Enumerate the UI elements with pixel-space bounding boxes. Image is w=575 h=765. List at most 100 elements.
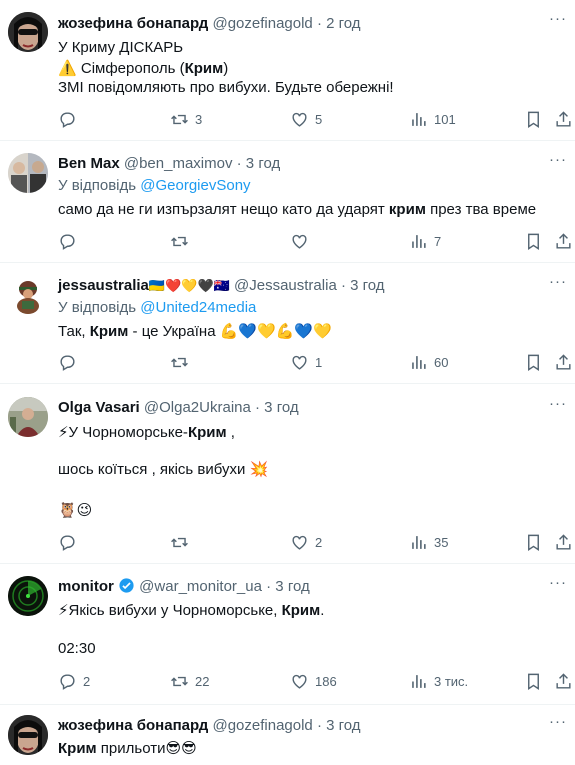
tweet-actions: 2 22 186 3 тис. xyxy=(58,671,571,691)
avatar[interactable] xyxy=(8,12,48,52)
reply-mention-link[interactable]: @GeorgievSony xyxy=(140,177,250,194)
tweet-text-line: Крим прильоти😎😎 xyxy=(58,739,197,757)
retweet-button[interactable] xyxy=(170,231,195,251)
sunglasses-emoji: 😎😎 xyxy=(165,739,197,757)
more-icon[interactable]: ··· xyxy=(549,11,567,32)
reply-button[interactable] xyxy=(58,352,83,372)
retweet-button[interactable]: 3 xyxy=(170,109,202,129)
bookmark-button[interactable] xyxy=(524,671,549,691)
display-name[interactable]: жозефина бонапард xyxy=(58,15,208,32)
reply-mention-link[interactable]: @United24media xyxy=(140,299,256,316)
like-button[interactable]: 186 xyxy=(290,671,337,691)
avatar[interactable] xyxy=(8,576,48,616)
tweet-3[interactable]: jessaustralia🇺🇦❤️💛🖤🇦🇺 @Jessaustralia · 3… xyxy=(0,263,575,384)
share-button[interactable] xyxy=(554,671,575,691)
views-icon xyxy=(409,672,434,691)
more-icon[interactable]: ··· xyxy=(549,714,567,735)
more-icon[interactable]: ··· xyxy=(549,152,567,173)
retweet-count: 22 xyxy=(195,673,210,689)
like-icon xyxy=(290,232,315,251)
handle[interactable]: @gozefinagold xyxy=(212,15,312,32)
reply-label: У відповідь xyxy=(58,177,141,194)
avatar[interactable] xyxy=(8,397,48,437)
reply-button[interactable] xyxy=(58,109,83,129)
tweet-header: жозефина бонапард @gozefinagold · 3 год xyxy=(58,716,361,736)
tweet-header: жозефина бонапард @gozefinagold · 2 год xyxy=(58,14,361,34)
reply-context: У відповідь @United24media xyxy=(58,298,256,318)
reply-label: У відповідь xyxy=(58,299,141,316)
tweet-1[interactable]: жозефина бонапард @gozefinagold · 2 год … xyxy=(0,0,575,141)
timestamp[interactable]: · 3 год xyxy=(237,155,281,172)
avatar[interactable] xyxy=(8,153,48,193)
share-button[interactable] xyxy=(554,231,575,251)
timestamp[interactable]: · 3 год xyxy=(266,578,310,595)
bookmark-icon xyxy=(524,353,549,372)
timestamp[interactable]: · 3 год xyxy=(255,399,299,416)
reply-context: У відповідь @GeorgievSony xyxy=(58,176,251,196)
like-button[interactable]: 1 xyxy=(290,352,322,372)
timestamp[interactable]: · 3 год xyxy=(317,717,361,734)
retweet-button[interactable]: 22 xyxy=(170,671,209,691)
tweet-text-line: ЗМІ повідомляють про вибухи. Будьте обер… xyxy=(58,79,394,96)
retweet-icon xyxy=(170,672,195,691)
tweet-text-line: 02:30 xyxy=(58,640,96,657)
views-button[interactable]: 3 тис. xyxy=(409,671,468,691)
tweet-4[interactable]: Olga Vasari @Olga2Ukraina · 3 год ··· ⚡У… xyxy=(0,384,575,564)
more-icon[interactable]: ··· xyxy=(549,396,567,417)
views-button[interactable]: 101 xyxy=(409,109,456,129)
like-button[interactable] xyxy=(290,231,315,251)
handle[interactable]: @Olga2Ukraina xyxy=(144,399,251,416)
bookmark-icon xyxy=(524,672,549,691)
display-name[interactable]: jessaustralia xyxy=(58,277,149,294)
reply-button[interactable]: 2 xyxy=(58,671,90,691)
tweet-6[interactable]: жозефина бонапард @gozefinagold · 3 год … xyxy=(0,705,575,765)
handle[interactable]: @Jessaustralia xyxy=(234,277,337,294)
avatar[interactable] xyxy=(8,275,48,315)
tweet-text-line: шось коїться , якісь вибухи 💥 xyxy=(58,461,269,478)
tweet-actions: 2 35 xyxy=(58,532,571,552)
handle[interactable]: @ben_maximov xyxy=(124,155,233,172)
retweet-button[interactable] xyxy=(170,532,195,552)
bookmark-button[interactable] xyxy=(524,109,549,129)
handle[interactable]: @gozefinagold xyxy=(212,717,312,734)
share-button[interactable] xyxy=(554,532,575,552)
views-icon xyxy=(409,353,434,372)
more-icon[interactable]: ··· xyxy=(549,575,567,596)
more-icon[interactable]: ··· xyxy=(549,274,567,295)
share-icon xyxy=(554,533,575,552)
retweet-button[interactable] xyxy=(170,352,195,372)
reply-icon xyxy=(58,672,83,691)
views-icon xyxy=(409,533,434,552)
share-button[interactable] xyxy=(554,352,575,372)
bookmark-button[interactable] xyxy=(524,532,549,552)
views-button[interactable]: 60 xyxy=(409,352,448,372)
bookmark-button[interactable] xyxy=(524,231,549,251)
views-icon xyxy=(409,110,434,129)
display-name[interactable]: monitor xyxy=(58,578,114,595)
avatar[interactable] xyxy=(8,715,48,755)
share-button[interactable] xyxy=(554,109,575,129)
lightning-icon: ⚡ xyxy=(58,601,69,619)
timestamp[interactable]: · 3 год xyxy=(341,277,385,294)
lightning-icon: ⚡ xyxy=(58,423,69,441)
bookmark-icon xyxy=(524,533,549,552)
views-button[interactable]: 7 xyxy=(409,231,441,251)
retweet-icon xyxy=(170,232,195,251)
like-icon xyxy=(290,672,315,691)
tweet-2[interactable]: Ben Max @ben_maximov · 3 год ··· У відпо… xyxy=(0,141,575,263)
tweet-actions: 3 5 101 xyxy=(58,109,571,129)
display-name[interactable]: Ben Max xyxy=(58,155,120,172)
display-name[interactable]: жозефина бонапард xyxy=(58,717,208,734)
reply-button[interactable] xyxy=(58,231,83,251)
reply-button[interactable] xyxy=(58,532,83,552)
display-name[interactable]: Olga Vasari xyxy=(58,399,140,416)
timestamp[interactable]: · 2 год xyxy=(317,15,361,32)
views-button[interactable]: 35 xyxy=(409,532,448,552)
like-button[interactable]: 2 xyxy=(290,532,322,552)
handle[interactable]: @war_monitor_ua xyxy=(139,578,262,595)
like-icon xyxy=(290,110,315,129)
tweet-5[interactable]: monitor @war_monitor_ua · 3 год ··· ⚡Які… xyxy=(0,564,575,705)
bookmark-button[interactable] xyxy=(524,352,549,372)
like-button[interactable]: 5 xyxy=(290,109,322,129)
like-count: 1 xyxy=(315,354,323,370)
